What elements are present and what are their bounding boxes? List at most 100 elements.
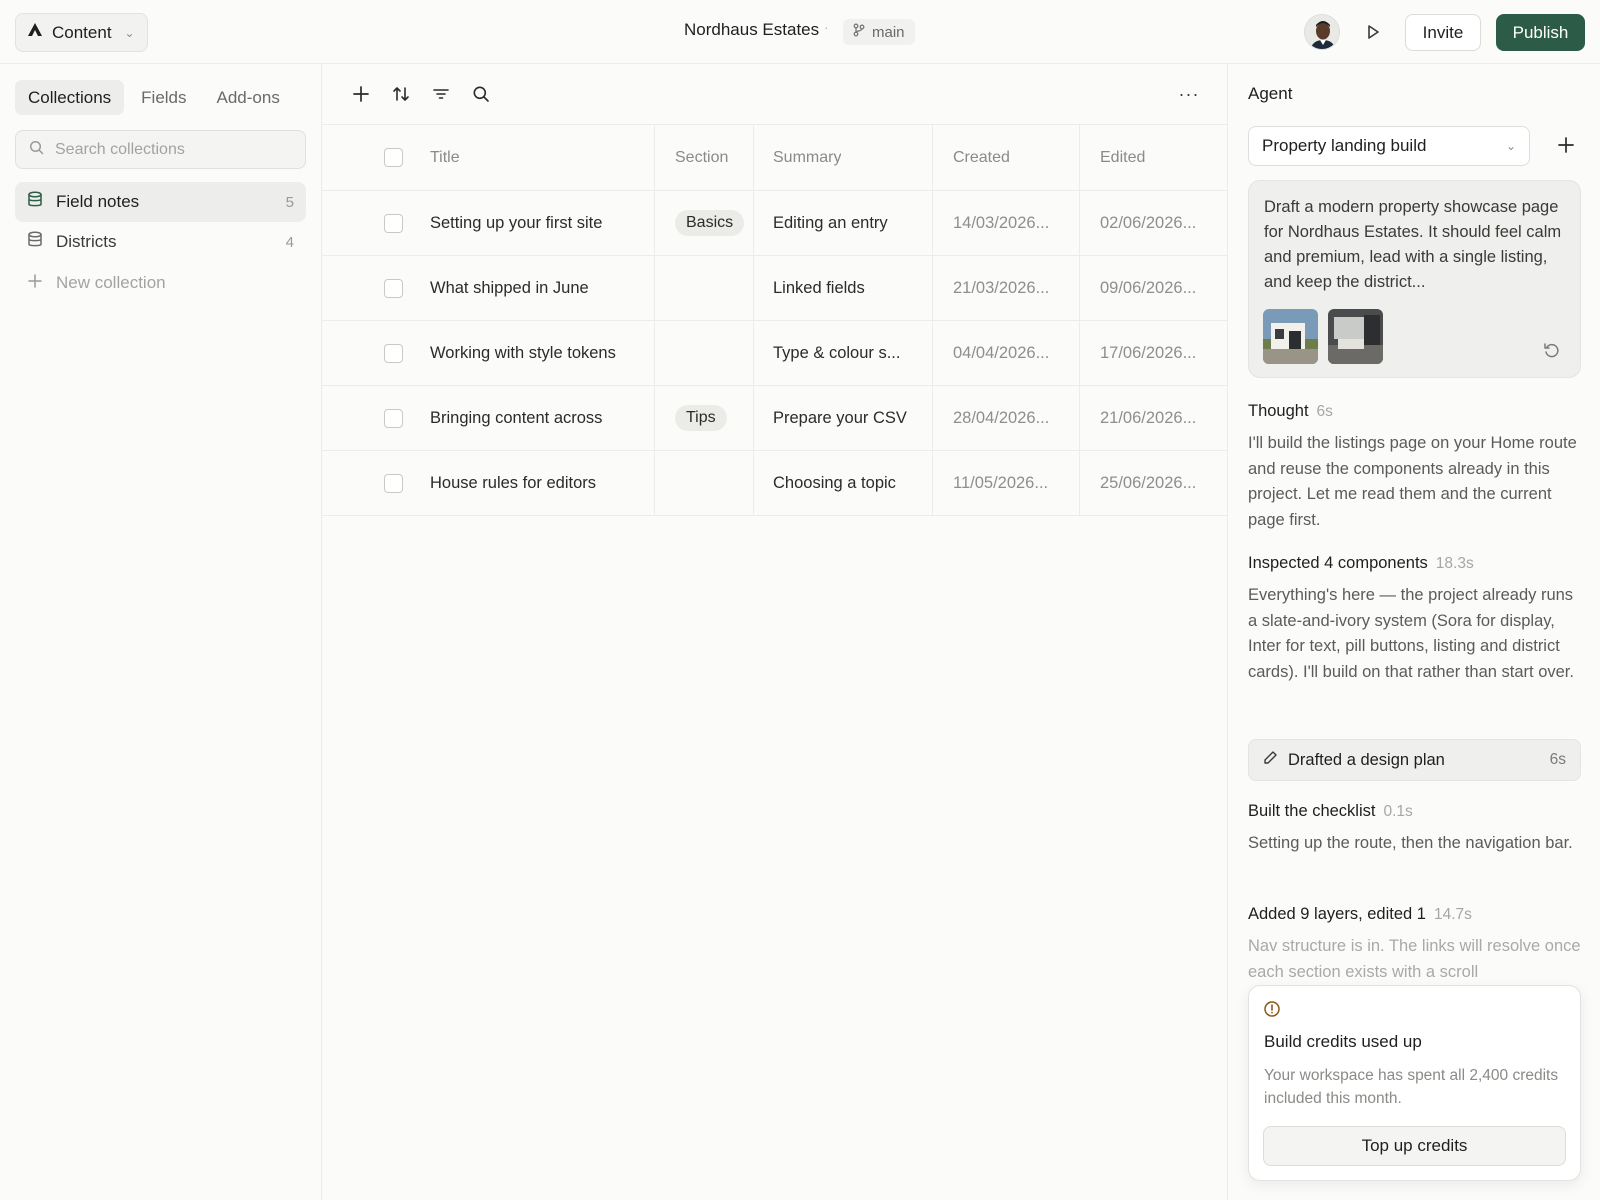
- column-header-edited[interactable]: Edited: [1100, 125, 1145, 190]
- workspace-switcher[interactable]: Content ⌄: [15, 13, 148, 52]
- plus-icon[interactable]: [350, 83, 372, 105]
- collection-search: [15, 130, 306, 169]
- tab-fields[interactable]: Fields: [128, 80, 199, 115]
- credits-text: Your workspace has spent all 2,400 credi…: [1264, 1067, 1559, 1107]
- row-summary: Type & colour s...: [773, 343, 901, 362]
- sidebar-item-districts[interactable]: Districts 4: [15, 222, 306, 262]
- credits-title: Build credits used up: [1264, 1032, 1422, 1051]
- row-edited: 09/06/2026...: [1100, 278, 1197, 297]
- agent-step-inspected: Inspected 4 components 18.3s Everything's…: [1248, 554, 1583, 685]
- agent-step-thought: Thought 6s I'll build the listings page o…: [1248, 402, 1583, 533]
- top-bar: Content ⌄ Nordhaus Estates · main Invite…: [0, 0, 1600, 64]
- publish-button[interactable]: Publish: [1496, 14, 1585, 51]
- table-row[interactable]: Setting up your first site Basics Editin…: [322, 191, 1227, 256]
- row-edited: 17/06/2026...: [1100, 343, 1197, 362]
- row-edited: 25/06/2026...: [1100, 473, 1197, 492]
- collection-table: Title Section Summary Created Edited Set…: [322, 124, 1227, 516]
- session-label: Property landing build: [1262, 136, 1427, 155]
- new-collection-button[interactable]: New collection: [15, 263, 306, 303]
- sidebar: Collections Fields Add-ons Field notes 5…: [0, 64, 322, 1200]
- row-checkbox[interactable]: [384, 451, 403, 515]
- table-row[interactable]: Working with style tokens Type & colour …: [322, 321, 1227, 386]
- new-session-plus-icon[interactable]: [1555, 134, 1577, 156]
- agent-step-layers: Added 9 layers, edited 1 14.7s Nav struct…: [1248, 905, 1583, 985]
- attachment-thumbnail-exterior[interactable]: [1263, 309, 1318, 364]
- search-icon[interactable]: [470, 83, 492, 105]
- collection-count: 4: [285, 233, 294, 251]
- chevron-down-icon: ⌄: [1505, 139, 1516, 153]
- row-summary: Linked fields: [773, 278, 865, 297]
- invite-button[interactable]: Invite: [1405, 14, 1481, 51]
- row-edited: 02/06/2026...: [1100, 213, 1197, 232]
- chevron-down-icon: ⌄: [124, 25, 135, 40]
- sidebar-item-label: Districts: [56, 232, 117, 251]
- row-edited: 21/06/2026...: [1100, 408, 1197, 427]
- row-checkbox[interactable]: [384, 256, 403, 320]
- branch-icon: [853, 23, 865, 41]
- row-created: 21/03/2026...: [953, 278, 1050, 297]
- credits-warning-card: Build credits used up Your workspace has…: [1248, 985, 1581, 1181]
- step-duration: 6s: [1316, 403, 1333, 420]
- table-row[interactable]: What shipped in June Linked fields 21/03…: [322, 256, 1227, 321]
- row-created: 28/04/2026...: [953, 408, 1050, 427]
- row-title: Setting up your first site: [430, 213, 603, 232]
- sidebar-item-label: Field notes: [56, 192, 140, 211]
- row-checkbox[interactable]: [384, 191, 403, 255]
- alert-icon: [1263, 1000, 1281, 1023]
- prompt-text: Draft a modern property showcase page fo…: [1264, 198, 1562, 291]
- preview-play-icon[interactable]: [1363, 22, 1383, 42]
- table-row[interactable]: Bringing content across Tips Prepare you…: [322, 386, 1227, 451]
- attachment-thumbnail-interior[interactable]: [1328, 309, 1383, 364]
- step-heading: Inspected 4 components: [1248, 554, 1428, 572]
- logo-icon: [27, 22, 43, 43]
- column-header-title[interactable]: Title: [430, 125, 460, 190]
- step-duration: 18.3s: [1435, 555, 1474, 572]
- step-duration: 0.1s: [1383, 803, 1413, 820]
- project-title: Nordhaus Estates: [684, 20, 820, 39]
- column-header-section[interactable]: Section: [675, 125, 728, 190]
- branch-selector[interactable]: main: [843, 19, 915, 45]
- pencil-icon: [1263, 750, 1278, 770]
- row-created: 14/03/2026...: [953, 213, 1050, 232]
- agent-session-select[interactable]: Property landing build ⌄: [1248, 126, 1530, 166]
- design-plan-row[interactable]: Drafted a design plan 6s: [1248, 739, 1581, 781]
- row-created: 11/05/2026...: [953, 473, 1049, 492]
- row-title: Bringing content across: [430, 408, 603, 427]
- database-icon: [27, 231, 43, 253]
- search-input[interactable]: [55, 140, 285, 159]
- select-all-checkbox[interactable]: [384, 125, 403, 190]
- sort-icon[interactable]: [390, 83, 412, 105]
- top-up-credits-button[interactable]: Top up credits: [1263, 1126, 1566, 1166]
- undo-icon[interactable]: [1543, 342, 1560, 364]
- step-body: Nav structure is in. The links will reso…: [1248, 937, 1581, 981]
- step-body: Everything's here — the project already …: [1248, 586, 1574, 681]
- filter-icon[interactable]: [430, 83, 452, 105]
- column-header-summary[interactable]: Summary: [773, 125, 841, 190]
- step-heading: Built the checklist: [1248, 802, 1376, 820]
- branch-label: main: [872, 23, 905, 41]
- sidebar-item-field-notes[interactable]: Field notes 5: [15, 182, 306, 222]
- section-pill: Tips: [675, 405, 727, 431]
- step-body: I'll build the listings page on your Hom…: [1248, 434, 1577, 529]
- row-checkbox[interactable]: [384, 321, 403, 385]
- more-icon[interactable]: ···: [1178, 83, 1200, 105]
- row-summary: Editing an entry: [773, 213, 888, 232]
- step-heading: Thought: [1248, 402, 1309, 420]
- new-collection-label: New collection: [56, 273, 166, 292]
- plus-icon: [27, 273, 43, 294]
- avatar[interactable]: [1304, 14, 1340, 50]
- sidebar-tabs: Collections Fields Add-ons: [15, 80, 293, 115]
- database-icon: [27, 191, 43, 213]
- tab-add-ons[interactable]: Add-ons: [204, 80, 293, 115]
- plan-duration: 6s: [1549, 751, 1566, 768]
- agent-step-checklist: Built the checklist 0.1s Setting up the r…: [1248, 802, 1583, 857]
- column-header-created[interactable]: Created: [953, 125, 1010, 190]
- table-row[interactable]: House rules for editors Choosing a topic…: [322, 451, 1227, 516]
- table-toolbar: ···: [322, 64, 1227, 124]
- row-title: House rules for editors: [430, 473, 596, 492]
- row-section: Tips: [675, 386, 727, 450]
- row-title: Working with style tokens: [430, 343, 616, 362]
- tab-collections[interactable]: Collections: [15, 80, 125, 115]
- section-pill: Basics: [675, 210, 745, 236]
- row-checkbox[interactable]: [384, 386, 403, 450]
